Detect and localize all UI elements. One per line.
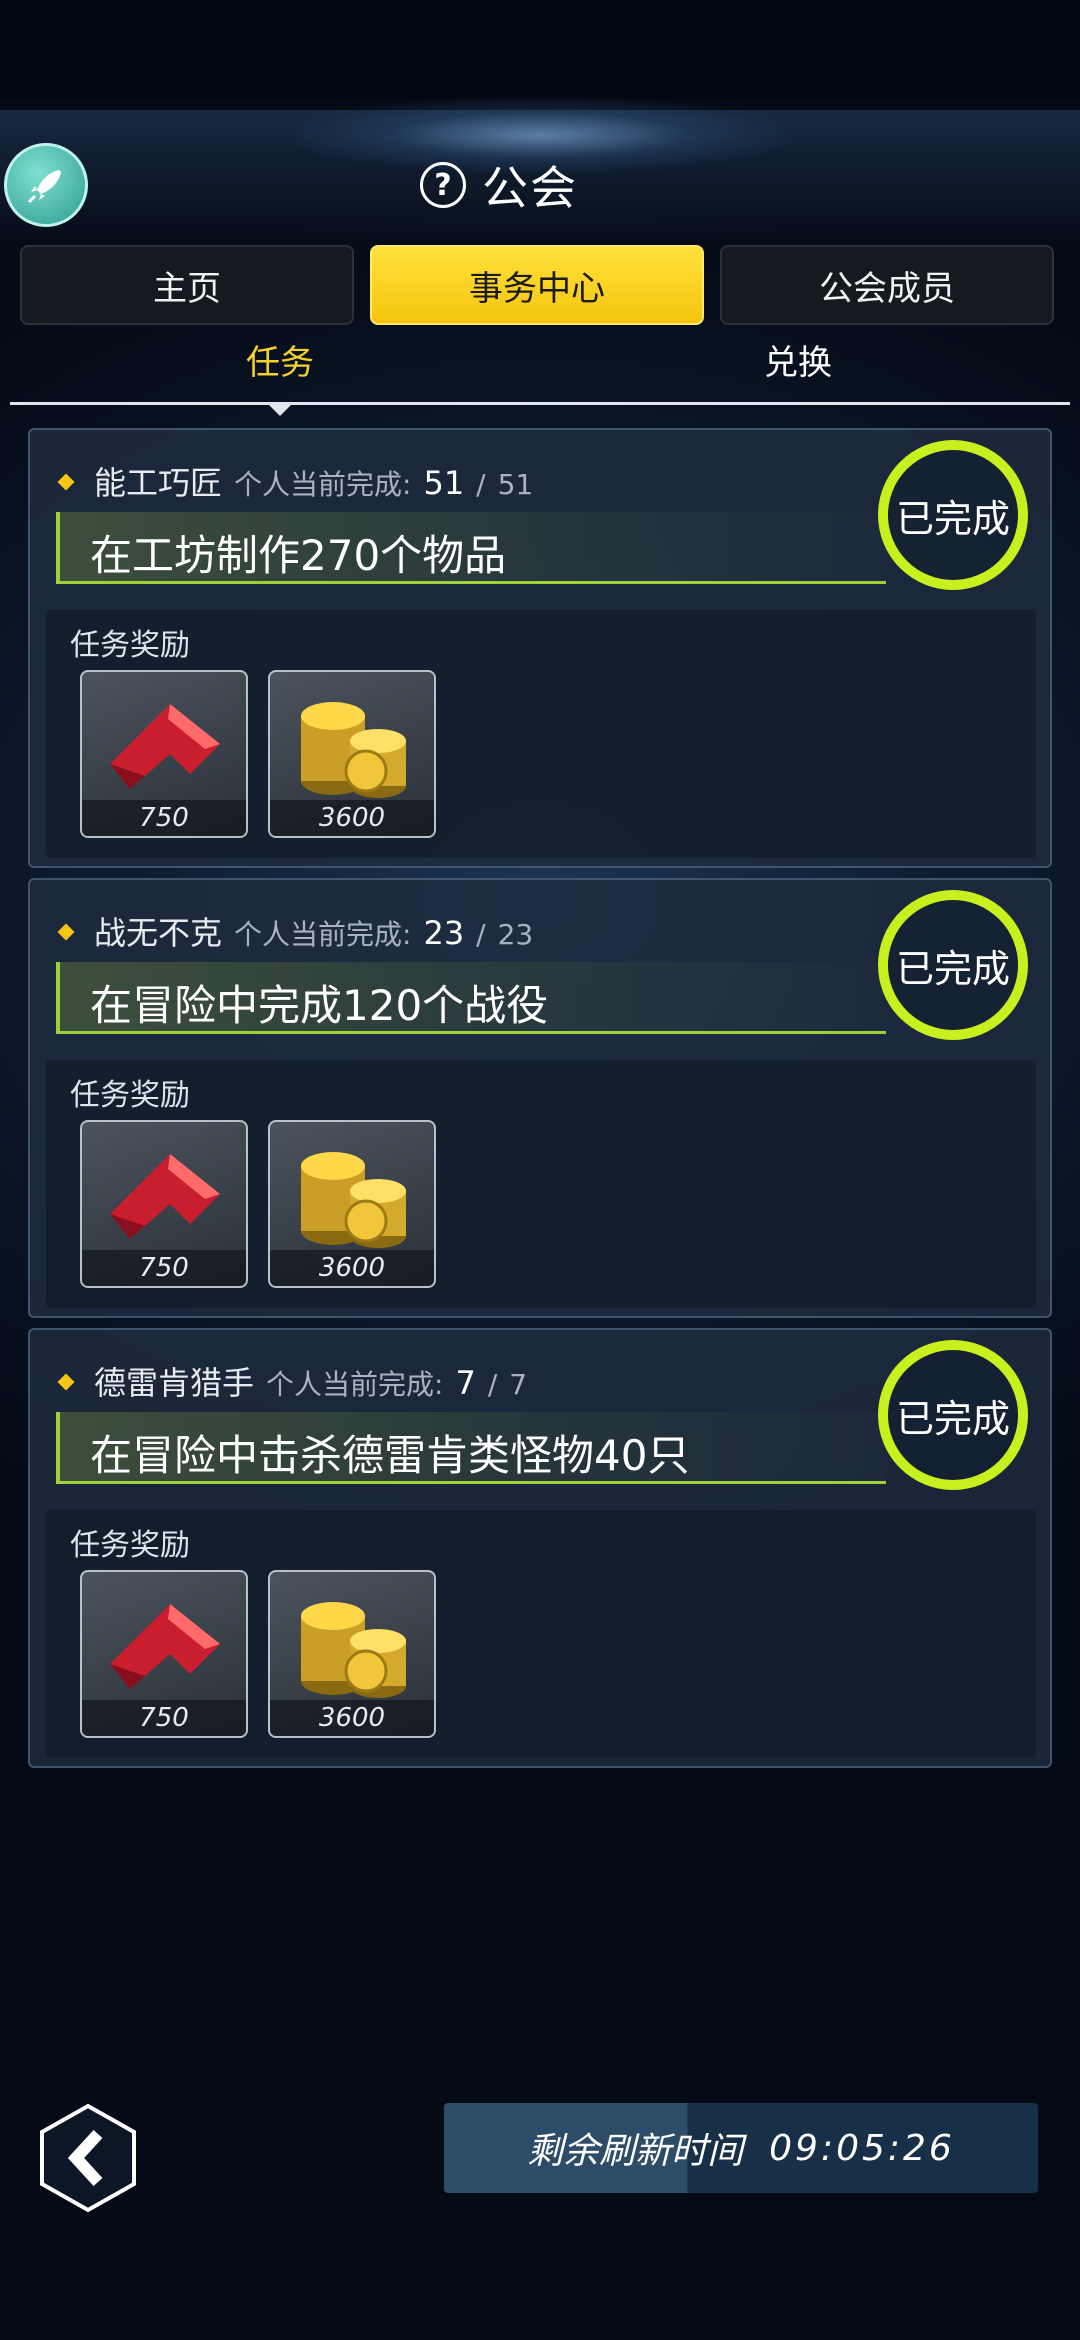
red-gem-icon — [110, 1154, 220, 1239]
subtab-exchange[interactable]: 兑换 — [764, 335, 832, 384]
top-status-area — [0, 0, 1080, 100]
help-icon[interactable]: ? — [420, 162, 466, 208]
progress-total: 51 — [497, 468, 534, 501]
rewards-label: 任务奖励 — [70, 628, 190, 663]
progress-current: 7 — [455, 1364, 476, 1402]
tab-home[interactable]: 主页 — [20, 245, 354, 325]
reward-item[interactable]: 750 — [80, 1570, 248, 1738]
subtab-tasks[interactable]: 任务 — [246, 335, 314, 384]
reward-count: 750 — [82, 1250, 246, 1286]
refresh-timer: 剩余刷新时间 09:05:26 — [444, 2103, 1038, 2193]
progress-total: 7 — [509, 1368, 528, 1401]
reward-item[interactable]: 3600 — [268, 670, 436, 838]
refresh-time: 09:05:26 — [769, 2127, 955, 2169]
gold-coins-icon — [301, 1152, 406, 1248]
progress-current: 23 — [423, 914, 465, 952]
back-button[interactable] — [36, 2102, 140, 2214]
subtab-indicator — [268, 404, 292, 416]
reward-item[interactable]: 750 — [80, 1120, 248, 1288]
tab-guild-members[interactable]: 公会成员 — [720, 245, 1054, 325]
reward-count: 3600 — [270, 1250, 434, 1286]
quest-description: 在冒险中完成120个战役 — [90, 981, 549, 1030]
progress-total: 23 — [497, 918, 534, 951]
refresh-label: 剩余刷新时间 — [527, 2131, 744, 2172]
progress-separator: / — [487, 1368, 498, 1401]
red-gem-icon — [110, 704, 220, 789]
quest-description: 在冒险中击杀德雷肯类怪物40只 — [90, 1431, 690, 1480]
completed-stamp: 已完成 — [878, 1340, 1028, 1490]
quest-name: 德雷肯猎手 — [94, 1364, 255, 1402]
reward-count: 750 — [82, 800, 246, 836]
quest-card: 能工巧匠 个人当前完成: 51 / 51 在工坊制作270个物品 已完成 任务奖… — [28, 428, 1052, 868]
diamond-icon — [57, 1373, 75, 1391]
gold-coins-icon — [301, 702, 406, 798]
diamond-icon — [57, 473, 75, 491]
quest-card: 战无不克 个人当前完成: 23 / 23 在冒险中完成120个战役 已完成 任务… — [28, 878, 1052, 1318]
rocket-glyph — [27, 170, 61, 204]
gold-coins-icon — [301, 1602, 406, 1698]
reward-count: 3600 — [270, 800, 434, 836]
red-gem-icon — [110, 1604, 220, 1689]
progress-label: 个人当前完成: — [234, 918, 412, 951]
reward-item[interactable]: 750 — [80, 670, 248, 838]
progress-current: 51 — [423, 464, 465, 502]
diamond-icon — [57, 923, 75, 941]
progress-label: 个人当前完成: — [266, 1368, 444, 1401]
back-hexagon — [40, 2103, 136, 2213]
rocket-icon[interactable] — [4, 143, 88, 227]
completed-stamp: 已完成 — [878, 440, 1028, 590]
quest-description: 在工坊制作270个物品 — [90, 531, 507, 580]
reward-item[interactable]: 3600 — [268, 1120, 436, 1288]
progress-separator: / — [476, 918, 486, 951]
quest-header: 德雷肯猎手 个人当前完成: 7 / 7 — [57, 1358, 528, 1404]
quest-header: 能工巧匠 个人当前完成: 51 / 51 — [57, 458, 534, 504]
reward-count: 3600 — [270, 1700, 434, 1736]
reward-count: 750 — [82, 1700, 246, 1736]
quest-card: 德雷肯猎手 个人当前完成: 7 / 7 在冒险中击杀德雷肯类怪物40只 已完成 … — [28, 1328, 1052, 1768]
rewards-label: 任务奖励 — [70, 1078, 190, 1113]
progress-separator: / — [476, 468, 486, 501]
progress-label: 个人当前完成: — [234, 468, 412, 501]
quest-name: 能工巧匠 — [94, 464, 223, 502]
tab-affairs-center[interactable]: 事务中心 — [370, 245, 704, 325]
header-title-group: ? 公会 — [420, 155, 578, 215]
quest-name: 战无不克 — [94, 914, 223, 952]
reward-item[interactable]: 3600 — [268, 1570, 436, 1738]
page-title: 公会 — [482, 161, 578, 215]
completed-stamp: 已完成 — [878, 890, 1028, 1040]
rewards-label: 任务奖励 — [70, 1528, 190, 1563]
quest-header: 战无不克 个人当前完成: 23 / 23 — [57, 908, 534, 954]
subtab-divider — [10, 402, 1070, 405]
